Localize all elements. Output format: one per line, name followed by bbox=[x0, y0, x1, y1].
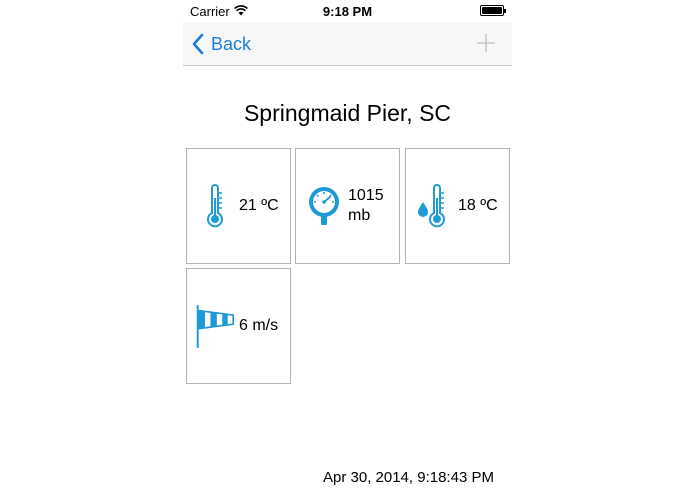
pressure-value: 1015 mb bbox=[348, 187, 384, 224]
wind-tile[interactable]: 6 m/s bbox=[186, 268, 291, 384]
back-label: Back bbox=[211, 33, 252, 54]
plus-icon[interactable] bbox=[474, 31, 498, 55]
water-temperature-value: 18 ºC bbox=[458, 197, 498, 214]
status-bar: Carrier 9:18 PM bbox=[183, 0, 512, 22]
thermometer-icon bbox=[207, 184, 223, 228]
barometer-icon bbox=[309, 187, 339, 225]
water-temperature-tile[interactable]: 18 ºC bbox=[405, 148, 510, 264]
navigation-bar: Back bbox=[183, 22, 512, 66]
chevron-left-icon bbox=[192, 33, 204, 55]
battery-icon bbox=[480, 5, 506, 16]
water-temperature-icon bbox=[418, 184, 445, 228]
clock: 9:18 PM bbox=[322, 4, 373, 19]
phone-screen: Carrier 9:18 PM Back Springmaid Pier, SC bbox=[183, 0, 512, 494]
pressure-tile[interactable]: 1015 mb bbox=[295, 148, 400, 264]
air-temperature-value: 21 ºC bbox=[239, 197, 279, 214]
windsock-icon bbox=[196, 305, 234, 348]
station-title: Springmaid Pier, SC bbox=[243, 100, 452, 126]
wind-speed-value: 6 m/s bbox=[239, 317, 279, 334]
air-temperature-tile[interactable]: 21 ºC bbox=[186, 148, 291, 264]
back-button[interactable]: Back bbox=[191, 32, 251, 56]
last-updated: Apr 30, 2014, 9:18:43 PM bbox=[323, 469, 494, 486]
